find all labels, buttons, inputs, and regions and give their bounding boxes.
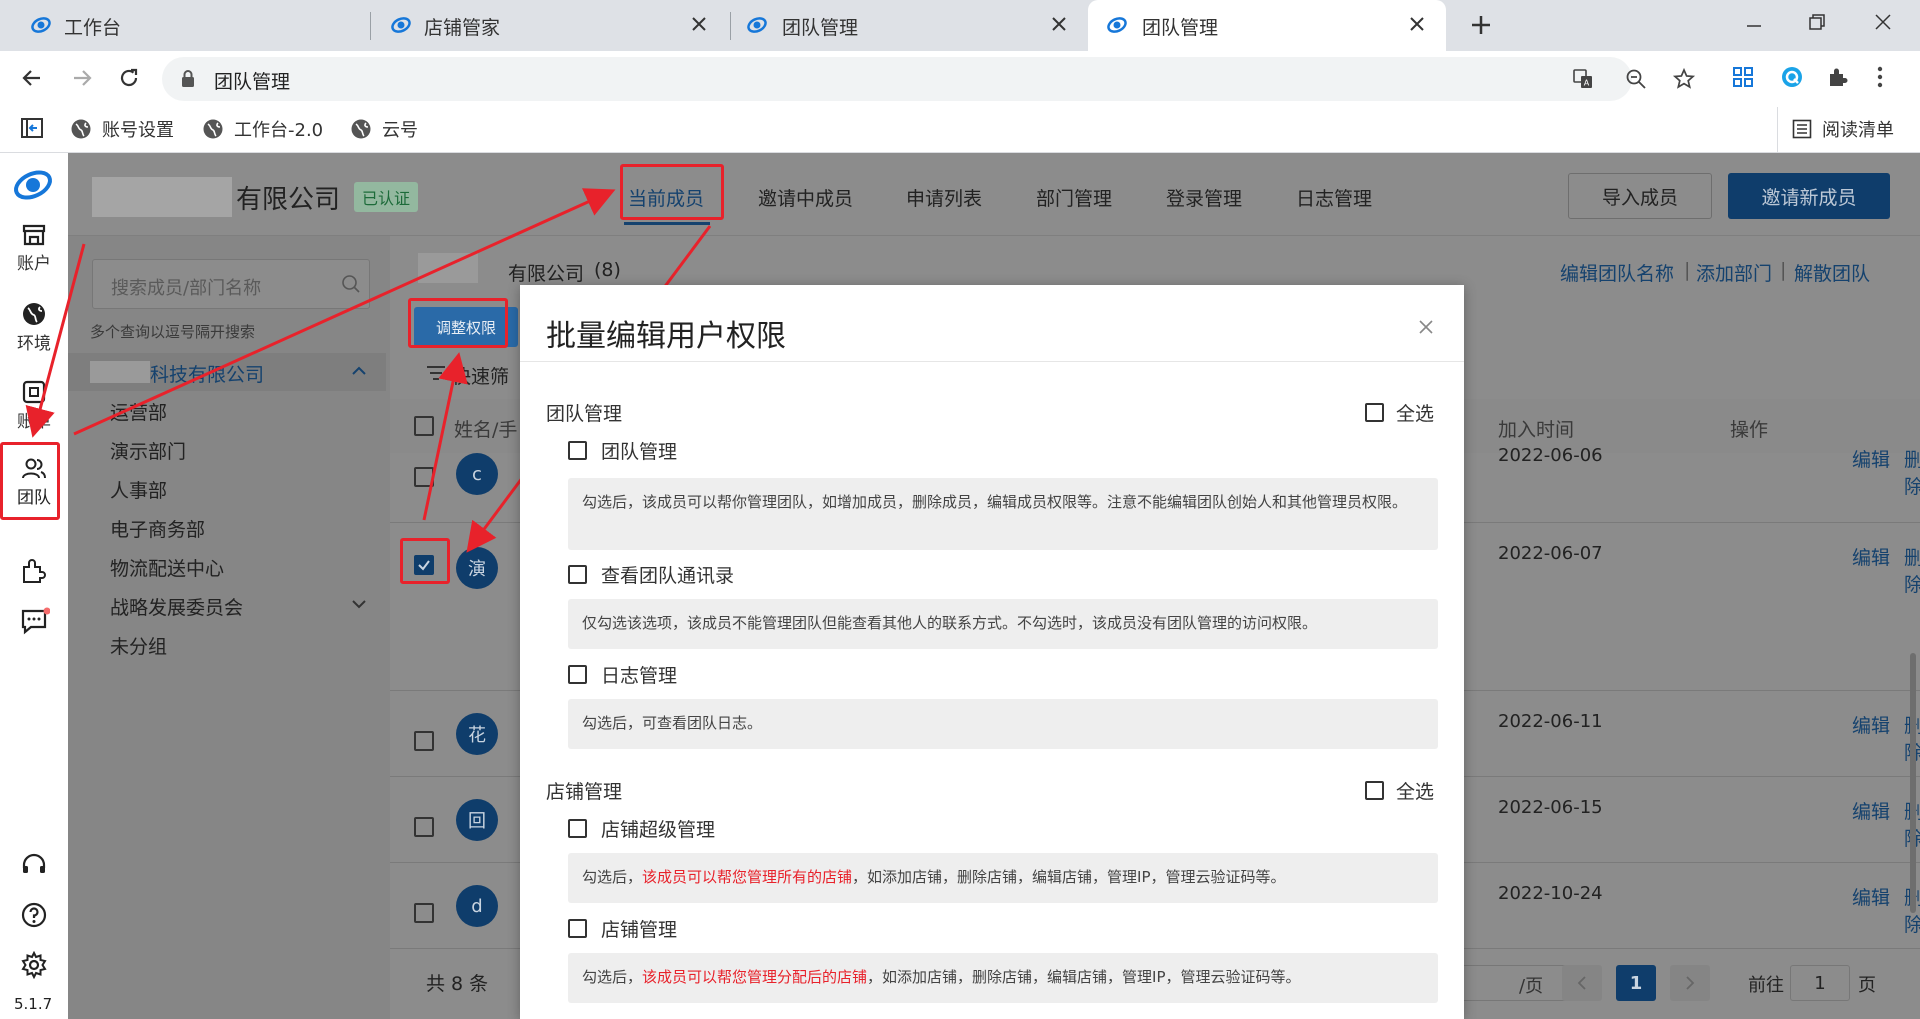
perm-team-management[interactable]: 团队管理: [568, 437, 677, 464]
checkbox[interactable]: [1365, 403, 1384, 422]
perm-log-management[interactable]: 日志管理: [568, 661, 677, 688]
checkbox[interactable]: [568, 819, 587, 838]
perm-label: 查看团队通讯录: [601, 565, 735, 587]
checkbox[interactable]: [568, 665, 587, 684]
perm-description: 勾选后，该成员可以帮你管理团队，如增加成员，删除成员，编辑成员权限等。注意不能编…: [568, 478, 1438, 550]
perm-label: 日志管理: [601, 665, 678, 687]
select-all-shop[interactable]: 全选: [1365, 777, 1434, 804]
perm-label: 店铺超级管理: [601, 819, 716, 841]
perm-description: 仅勾选该选项，该成员不能管理团队但能查看其他人的联系方式。不勾选时，该成员没有团…: [568, 599, 1438, 649]
select-all-label: 全选: [1396, 403, 1435, 425]
checkbox[interactable]: [568, 441, 587, 460]
select-all-label: 全选: [1396, 781, 1435, 803]
section-title-team: 团队管理: [546, 403, 623, 425]
perm-description: 勾选后，该成员可以帮您管理所有的店铺，如添加店铺，删除店铺，编辑店铺，管理IP，…: [568, 853, 1438, 903]
perm-label: 店铺管理: [601, 919, 678, 941]
checkbox[interactable]: [568, 919, 587, 938]
checkbox[interactable]: [568, 565, 587, 584]
perm-label: 团队管理: [601, 441, 678, 463]
checkbox[interactable]: [1365, 781, 1384, 800]
close-icon[interactable]: [1418, 319, 1434, 335]
batch-edit-permissions-dialog: 批量编辑用户权限 团队管理 全选 团队管理 勾选后，该成员可以帮你管理团队，如增…: [520, 285, 1464, 1019]
select-all-team[interactable]: 全选: [1365, 399, 1434, 426]
perm-description: 勾选后，该成员可以帮您管理分配后的店铺，如添加店铺，删除店铺，编辑店铺，管理IP…: [568, 953, 1438, 1003]
section-title-shop: 店铺管理: [546, 781, 623, 803]
perm-shop-management[interactable]: 店铺管理: [568, 915, 677, 942]
perm-shop-super-admin[interactable]: 店铺超级管理: [568, 815, 715, 842]
perm-description: 勾选后，可查看团队日志。: [568, 699, 1438, 749]
perm-view-directory[interactable]: 查看团队通讯录: [568, 561, 734, 588]
dialog-title: 批量编辑用户权限: [546, 319, 786, 354]
